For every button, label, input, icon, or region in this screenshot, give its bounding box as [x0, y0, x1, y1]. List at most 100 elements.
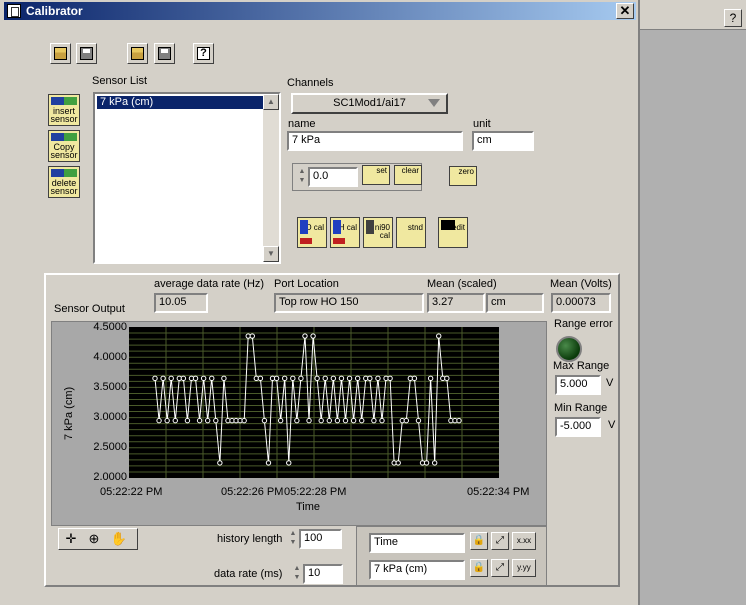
data-point — [334, 417, 341, 424]
sensor-list-label: Sensor List — [92, 75, 148, 87]
data-point — [273, 375, 280, 382]
copy-sensor-button[interactable]: Copy sensor — [48, 130, 80, 162]
ph-cal-button[interactable]: pH cal — [330, 217, 360, 248]
sensor-output-label: Sensor Output — [54, 303, 125, 315]
clear-button[interactable]: clear — [394, 165, 422, 185]
copy-sensor-label: Copy sensor — [50, 142, 78, 160]
data-point — [160, 375, 166, 382]
data-rate-label: data rate (ms) — [214, 568, 283, 580]
close-button[interactable]: ✕ — [616, 3, 634, 19]
mean-volts-label: Mean (Volts) — [550, 278, 612, 290]
ni90-cal-button[interactable]: ni90 cal — [363, 217, 393, 248]
y-tick-label: 4.0000 — [93, 351, 127, 363]
x-scale-name[interactable]: Time — [369, 533, 465, 553]
max-range-unit: V — [606, 377, 614, 389]
help-button[interactable]: ? — [193, 43, 214, 64]
zero-button[interactable]: zero — [449, 166, 477, 186]
mean-scaled-value: 3.27 — [427, 293, 485, 313]
data-point — [354, 375, 361, 382]
stnd-label: stnd — [407, 223, 423, 232]
x-tick-label: 05:22:26 PM — [221, 486, 284, 498]
name-input[interactable]: 7 kPa — [287, 131, 463, 151]
avg-rate-value: 10.05 — [154, 293, 208, 313]
do-cal-button[interactable]: DO cal — [297, 217, 327, 248]
history-length-input[interactable]: 100 — [299, 529, 342, 549]
y-tick-label: 2.0000 — [93, 471, 127, 483]
data-point — [172, 417, 178, 424]
scroll-down-icon[interactable]: ▼ — [263, 246, 279, 262]
unit-input[interactable]: cm — [472, 131, 534, 151]
data-point — [444, 375, 450, 382]
insert-sensor-label: insert sensor — [50, 106, 78, 124]
save-config-button[interactable] — [154, 43, 175, 64]
list-scrollbar[interactable]: ▲ ▼ — [263, 94, 279, 262]
data-point — [342, 417, 349, 424]
help-icon: ? — [197, 47, 210, 60]
y-scale-name[interactable]: 7 kPa (cm) — [369, 560, 465, 580]
min-range-unit: V — [608, 419, 616, 431]
stnd-button[interactable]: stnd — [396, 217, 426, 248]
data-point — [379, 417, 385, 424]
data-point — [249, 333, 255, 339]
zoom-icon[interactable]: ⊕ — [84, 531, 104, 547]
data-point — [221, 375, 227, 382]
open-folder-icon — [54, 47, 67, 60]
x-tick-label: 05:22:22 PM — [100, 486, 163, 498]
set-button[interactable]: set — [362, 165, 390, 185]
chart-plot-area[interactable] — [129, 327, 499, 478]
data-point — [257, 375, 264, 382]
data-point — [180, 375, 187, 382]
data-point — [395, 460, 401, 466]
x-format-button[interactable]: x.xx — [512, 532, 536, 550]
help-button-right[interactable]: ? — [724, 9, 742, 27]
cursor-move-icon[interactable]: ✛ — [61, 531, 81, 547]
x-autoscale-icon[interactable]: ⤢ — [491, 532, 509, 550]
data-rate-input[interactable]: 10 — [303, 564, 343, 584]
open-config-button[interactable] — [127, 43, 148, 64]
increment-decrement-icon[interactable]: ▲ ▼ — [297, 167, 307, 187]
data-point — [184, 417, 191, 424]
graph-palette: ✛ ⊕ ✋ — [58, 528, 138, 550]
data-point — [152, 375, 158, 382]
app-icon — [7, 4, 21, 18]
sensor-list[interactable]: 7 kPa (cm) ▲ ▼ — [93, 92, 281, 264]
data-point — [217, 460, 223, 466]
open-button[interactable] — [50, 43, 71, 64]
data-point — [318, 417, 324, 424]
save-button[interactable] — [76, 43, 97, 64]
y-format-button[interactable]: y.yy — [512, 559, 536, 577]
y-axis-label: 7 kPa (cm) — [63, 386, 75, 440]
y-tick-label: 3.5000 — [93, 381, 127, 393]
insert-sensor-button[interactable]: insert sensor — [48, 94, 80, 126]
data-point — [286, 460, 292, 466]
data-point — [265, 460, 272, 466]
range-error-label: Range error — [554, 318, 613, 330]
window-title: Calibrator — [26, 4, 83, 18]
list-item[interactable]: 7 kPa (cm) — [97, 96, 264, 109]
x-tick-label: 05:22:28 PM — [284, 486, 347, 498]
scroll-up-icon[interactable]: ▲ — [263, 94, 279, 110]
calibration-value-input[interactable]: 0.0 — [308, 167, 358, 187]
y-lock-icon[interactable]: 🔒 — [470, 559, 488, 577]
data-point — [196, 417, 203, 424]
port-location-value: Top row HO 150 — [274, 293, 424, 313]
delete-sensor-button[interactable]: delete sensor — [48, 166, 80, 198]
y-tick-label: 3.0000 — [93, 411, 127, 423]
data-point — [346, 375, 353, 382]
history-incdec-icon[interactable]: ▲ ▼ — [288, 529, 298, 549]
data-rate-incdec-icon[interactable]: ▲ ▼ — [292, 564, 302, 584]
data-point — [200, 375, 207, 382]
channels-select[interactable]: SC1Mod1/ai17 — [291, 93, 448, 114]
min-range-input[interactable]: -5.000 — [555, 417, 601, 437]
data-point — [261, 417, 268, 424]
pan-hand-icon[interactable]: ✋ — [109, 531, 129, 547]
edit-button[interactable]: edit — [438, 217, 468, 248]
x-lock-icon[interactable]: 🔒 — [470, 532, 488, 550]
data-point — [322, 375, 328, 382]
y-autoscale-icon[interactable]: ⤢ — [491, 559, 509, 577]
data-point — [314, 375, 320, 382]
data-point — [350, 417, 357, 424]
title-bar: Calibrator — [4, 2, 636, 20]
max-range-input[interactable]: 5.000 — [555, 375, 601, 395]
data-point — [330, 375, 337, 382]
